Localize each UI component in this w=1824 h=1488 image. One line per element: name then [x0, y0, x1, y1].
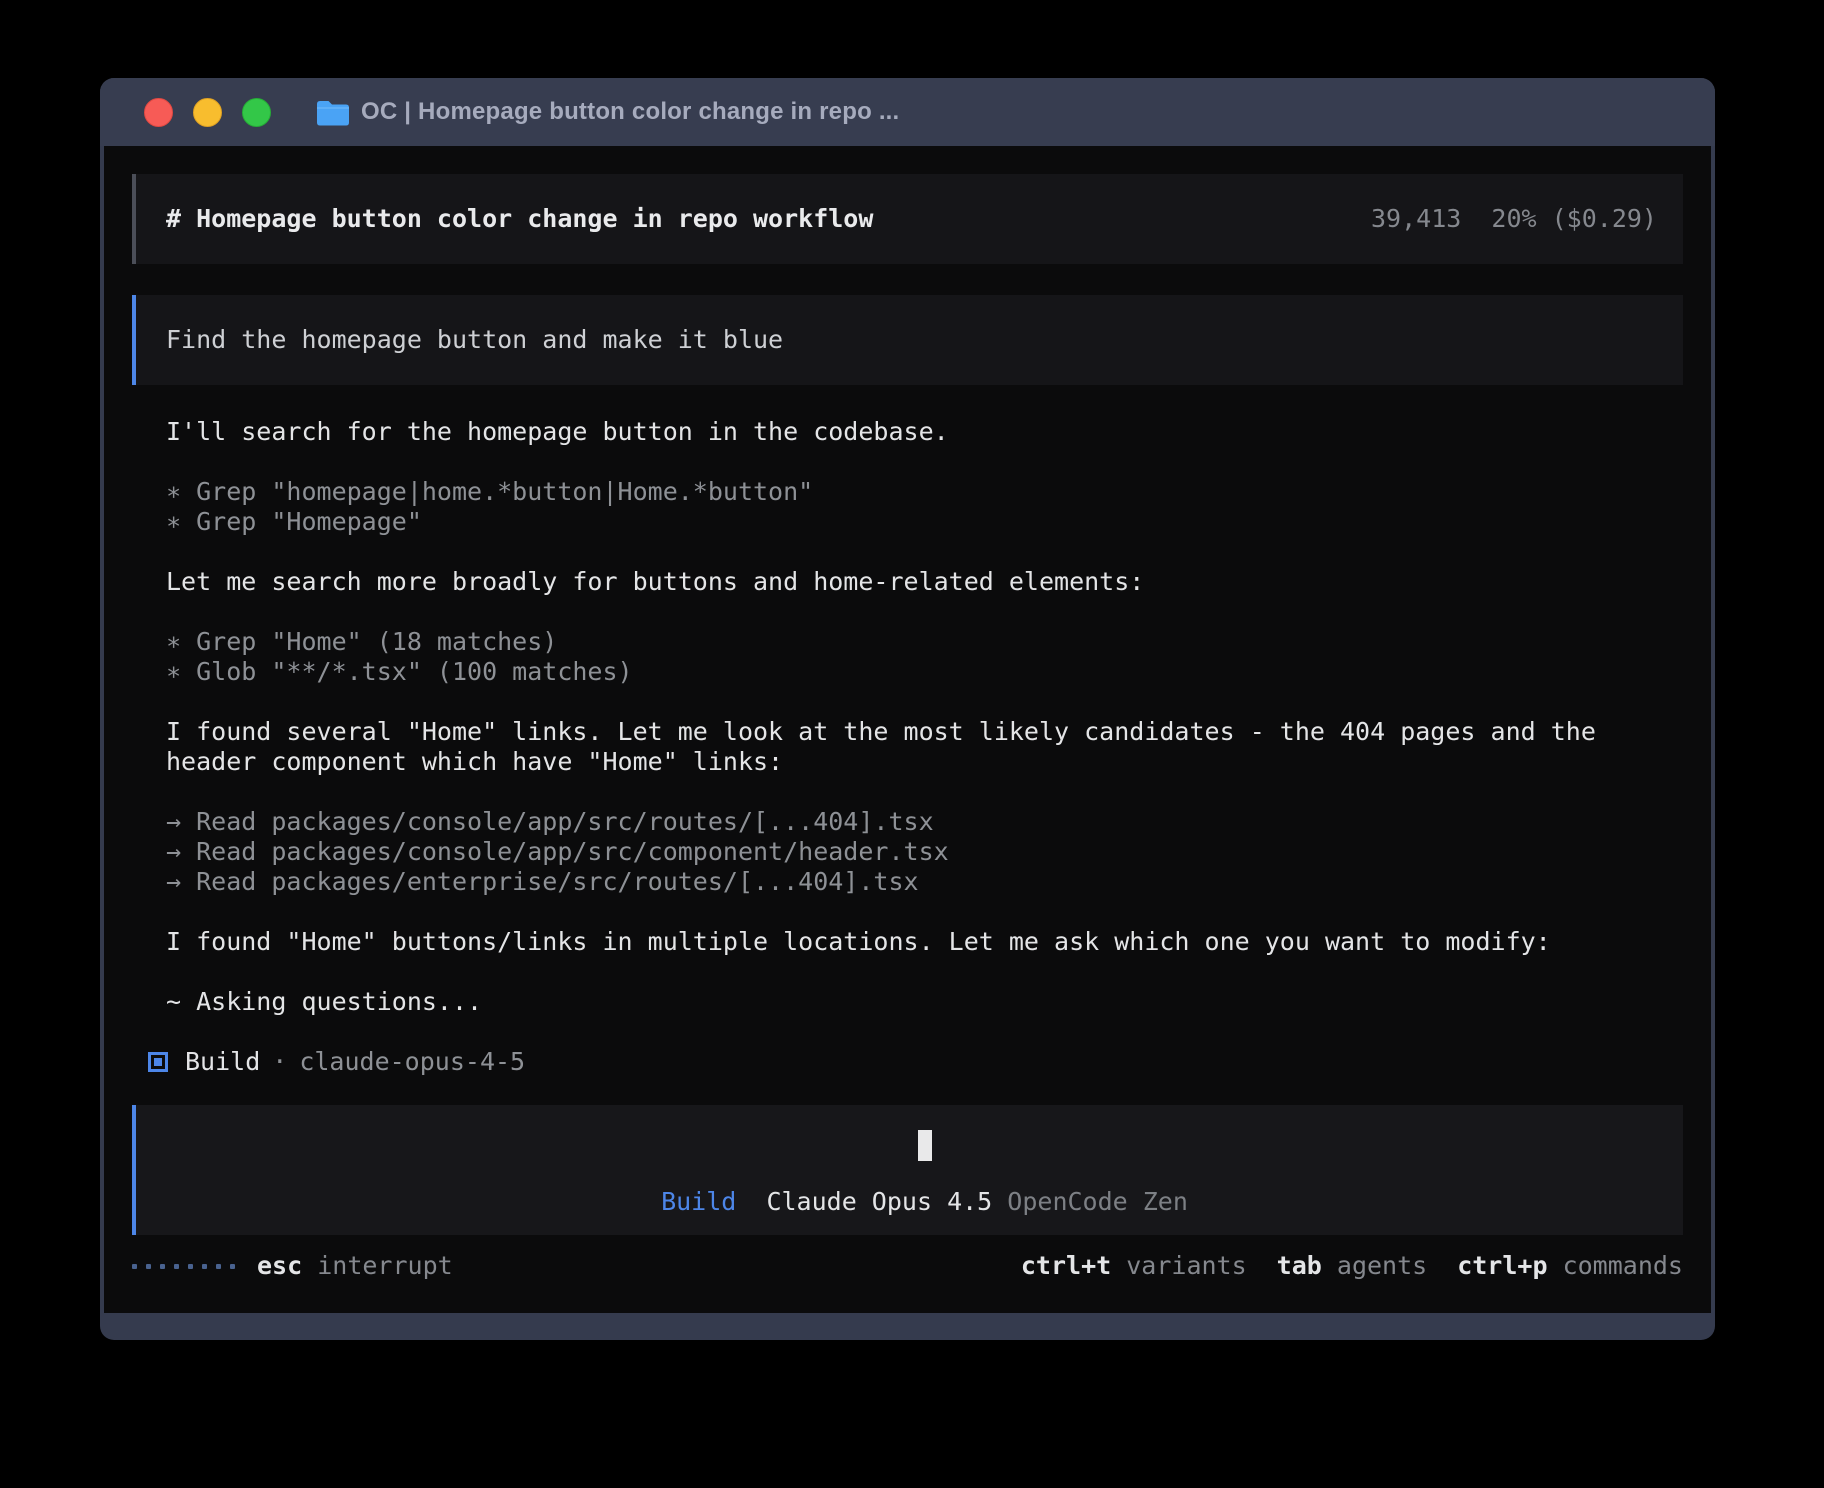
assistant-paragraph: I'll search for the homepage button in t… [166, 417, 1683, 447]
input-meta: Build Claude Opus 4.5 OpenCode Zen [661, 1187, 1188, 1217]
session-stats: 39,413 20% ($0.29) [1371, 204, 1657, 234]
traffic-lights [144, 98, 271, 127]
folder-icon [315, 99, 349, 126]
assistant-paragraph: I found "Home" buttons/links in multiple… [166, 927, 1683, 957]
tool-call-line: ∗ Glob "**/*.tsx" (100 matches) [166, 657, 1683, 687]
tool-call-line: → Read packages/enterprise/src/routes/[.… [166, 867, 1683, 897]
prompt-input[interactable]: Build Claude Opus 4.5 OpenCode Zen [132, 1105, 1683, 1235]
tool-call-group: → Read packages/console/app/src/routes/[… [166, 807, 1683, 897]
status-bar: esc interrupt ctrl+t variants tab agents… [132, 1251, 1683, 1281]
agent-name: Build [185, 1047, 260, 1077]
token-count: 39,413 [1371, 204, 1461, 233]
context-usage: 20% ($0.29) [1491, 204, 1657, 233]
provider-label: OpenCode Zen [1007, 1187, 1188, 1216]
model-label[interactable]: Claude Opus 4.5 [766, 1187, 992, 1216]
session-title: # Homepage button color change in repo w… [166, 204, 873, 234]
agent-separator: · [260, 1047, 299, 1077]
session-header: # Homepage button color change in repo w… [132, 174, 1683, 264]
minimize-button[interactable] [193, 98, 222, 127]
window-title: OC | Homepage button color change in rep… [361, 98, 899, 126]
assistant-paragraph: ~ Asking questions... [166, 987, 1683, 1017]
zoom-button[interactable] [242, 98, 271, 127]
assistant-paragraph: Let me search more broadly for buttons a… [166, 567, 1683, 597]
user-message-text: Find the homepage button and make it blu… [166, 325, 783, 355]
window-titlebar[interactable]: OC | Homepage button color change in rep… [100, 78, 1715, 146]
user-message: Find the homepage button and make it blu… [132, 295, 1683, 385]
assistant-transcript: I'll search for the homepage button in t… [132, 417, 1683, 1017]
agent-status: Build · claude-opus-4-5 [132, 1047, 1683, 1077]
tool-call-line: → Read packages/console/app/src/componen… [166, 837, 1683, 867]
assistant-paragraph: I found several "Home" links. Let me loo… [166, 717, 1683, 777]
close-button[interactable] [144, 98, 173, 127]
tool-call-line: ∗ Grep "Homepage" [166, 507, 1683, 537]
tool-call-line: → Read packages/console/app/src/routes/[… [166, 807, 1683, 837]
esc-action-label: interrupt [302, 1251, 453, 1281]
tool-call-group: ∗ Grep "homepage|home.*button|Home.*butt… [166, 477, 1683, 537]
build-agent-icon [148, 1052, 168, 1072]
progress-dots [132, 1264, 235, 1269]
shortcut-variants: ctrl+t variants [1021, 1251, 1247, 1281]
tool-call-line: ∗ Grep "homepage|home.*button|Home.*butt… [166, 477, 1683, 507]
agent-model: claude-opus-4-5 [299, 1047, 525, 1077]
agent-mode-label[interactable]: Build [661, 1187, 736, 1216]
terminal-content: # Homepage button color change in repo w… [104, 146, 1711, 1313]
tool-call-group: ∗ Grep "Home" (18 matches) ∗ Glob "**/*.… [166, 627, 1683, 687]
tool-call-line: ∗ Grep "Home" (18 matches) [166, 627, 1683, 657]
terminal-window: OC | Homepage button color change in rep… [100, 78, 1715, 1340]
esc-key-hint: esc [257, 1251, 302, 1281]
shortcut-commands: ctrl+p commands [1457, 1251, 1683, 1281]
shortcut-agents: tab agents [1277, 1251, 1428, 1281]
text-cursor [918, 1130, 932, 1161]
